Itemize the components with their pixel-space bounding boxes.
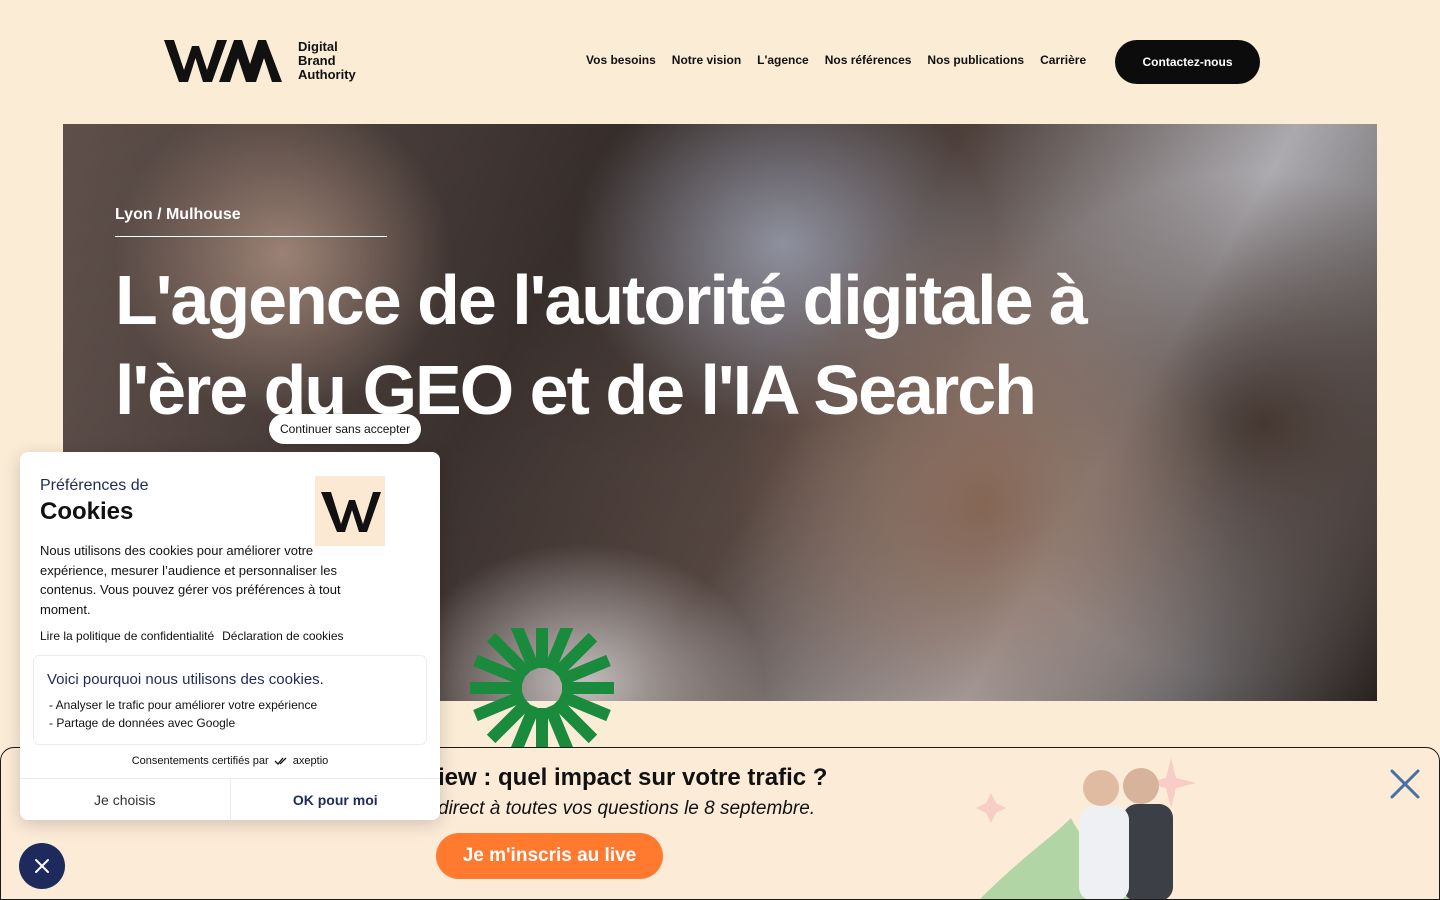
main-nav: Vos besoins Notre vision L'agence Nos ré… <box>586 53 1086 67</box>
choose-cookies-button[interactable]: Je choisis <box>20 779 231 820</box>
nav-vos-besoins[interactable]: Vos besoins <box>586 53 656 67</box>
hero-location: Lyon / Mulhouse <box>115 206 241 223</box>
close-icon[interactable] <box>1389 768 1421 800</box>
logo-line: Digital <box>298 39 338 54</box>
cookie-actions: Je choisis OK pour moi <box>20 778 440 820</box>
burst-ray <box>536 708 548 748</box>
hero-title-line: L'agence de l'autorité digitale à <box>115 261 1088 339</box>
list-item: - Partage de données avec Google <box>49 716 236 730</box>
banner-subtitle: direct à toutes vos questions le 8 septe… <box>438 798 816 819</box>
cookie-kicker: Préférences de <box>40 477 149 494</box>
hero-content: Lyon / Mulhouse L'agence de l'autorité d… <box>115 206 1235 435</box>
hero-divider <box>115 236 387 237</box>
nav-notre-vision[interactable]: Notre vision <box>672 53 741 67</box>
cookie-links: Lire la politique de confidentialité Déc… <box>40 629 344 643</box>
logo-line: Authority <box>298 67 356 82</box>
brand-logo[interactable]: Digital Brand Authority <box>164 40 356 82</box>
cookie-title: Cookies <box>40 498 134 525</box>
nav-carriere[interactable]: Carrière <box>1040 53 1086 67</box>
privacy-policy-link[interactable]: Lire la politique de confidentialité <box>40 629 214 643</box>
logo-line: Brand <box>298 53 336 68</box>
close-icon <box>35 859 49 873</box>
consent-certification: Consentements certifiés par axeptio <box>20 755 440 767</box>
hero-title: L'agence de l'autorité digitale à l'ère … <box>115 255 1235 435</box>
cookie-purposes-title: Voici pourquoi nous utilisons des cookie… <box>47 671 324 688</box>
register-live-button[interactable]: Je m'inscris au live <box>436 833 663 879</box>
continue-without-accepting-button[interactable]: Continuer sans accepter <box>269 414 422 444</box>
burst-ray <box>536 628 548 668</box>
green-starburst-icon <box>470 628 614 748</box>
axeptio-brand: axeptio <box>292 755 329 767</box>
nav-agence[interactable]: L'agence <box>757 53 809 67</box>
nav-references[interactable]: Nos références <box>825 53 912 67</box>
site-header: Digital Brand Authority Vos besoins Notr… <box>0 0 1440 124</box>
nav-publications[interactable]: Nos publications <box>927 53 1024 67</box>
certified-label: Consentements certifiés par <box>131 755 269 767</box>
speakers-illustration <box>976 758 1196 899</box>
cookie-description: Nous utilisons des cookies pour améliore… <box>40 543 341 617</box>
burst-ray <box>470 682 522 694</box>
logo-wordmark: Digital Brand Authority <box>298 40 356 82</box>
contact-button[interactable]: Contactez-nous <box>1115 40 1260 84</box>
cookie-preferences-panel: Préférences de Cookies Nous utilisons de… <box>20 452 440 820</box>
wam-logo-icon <box>164 40 282 82</box>
checkmark-icon <box>274 757 287 766</box>
cookie-purposes-list: - Analyser le trafic pour améliorer votr… <box>49 696 317 732</box>
burst-ray <box>562 682 614 694</box>
agency-w-logo-icon <box>315 476 385 546</box>
banner-title: iew : quel impact sur votre trafic ? <box>438 764 828 791</box>
hero-title-line: l'ère du GEO et de l'IA Search <box>115 351 1037 429</box>
cookie-toggle-button[interactable] <box>19 843 65 889</box>
cookie-purposes-box: Voici pourquoi nous utilisons des cookie… <box>33 655 427 745</box>
accept-cookies-button[interactable]: OK pour moi <box>230 779 440 820</box>
list-item: - Analyser le trafic pour améliorer votr… <box>49 698 318 712</box>
cookie-declaration-link[interactable]: Déclaration de cookies <box>222 629 343 643</box>
